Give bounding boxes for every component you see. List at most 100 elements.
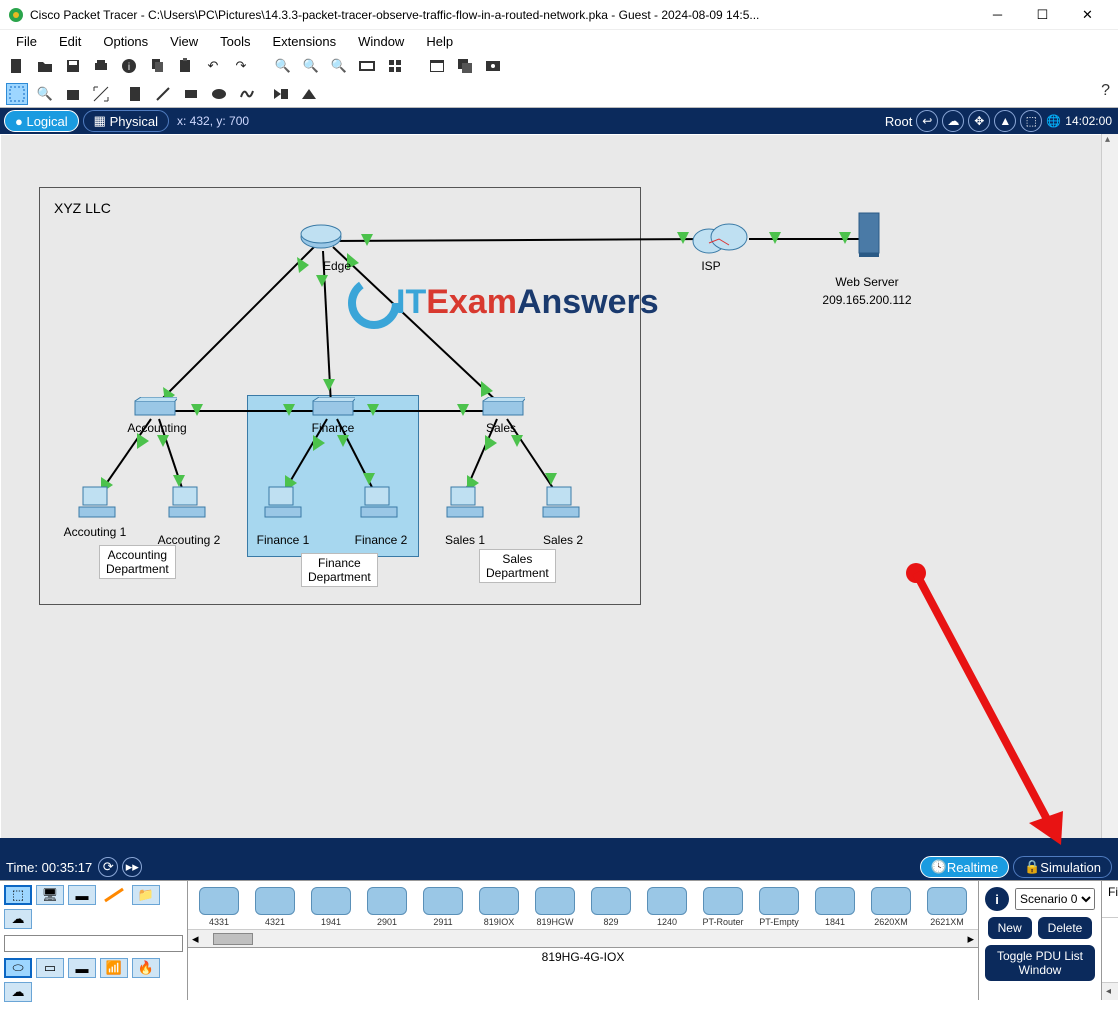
root-label[interactable]: Root (885, 114, 912, 129)
misc-icon[interactable]: 📁 (132, 885, 160, 905)
pc-fin2-icon[interactable] (359, 485, 399, 521)
undo-icon[interactable]: ↶ (202, 55, 224, 77)
menu-file[interactable]: File (6, 32, 47, 51)
paste-icon[interactable] (174, 55, 196, 77)
copy-icon[interactable] (146, 55, 168, 77)
cluster-icon[interactable]: ☁ (942, 110, 964, 132)
hubs-category-icon[interactable]: ▬ (68, 958, 96, 978)
menu-view[interactable]: View (160, 32, 208, 51)
connections-icon[interactable] (100, 885, 128, 905)
workspace[interactable]: XYZ LLC (0, 134, 1118, 854)
menu-extensions[interactable]: Extensions (262, 32, 346, 51)
switch-sales-icon[interactable] (481, 397, 525, 419)
device-item[interactable]: 829 (584, 887, 638, 927)
network-devices-icon[interactable]: ⬚ (4, 885, 32, 905)
pdu-hscroll[interactable]: ◂▸ (1102, 982, 1118, 1000)
device-item[interactable]: PT-Router (696, 887, 750, 927)
cascade-icon[interactable] (454, 55, 476, 77)
back-nav-icon[interactable]: ↩ (916, 110, 938, 132)
simple-pdu-icon[interactable] (270, 83, 292, 105)
select-tool-icon[interactable] (6, 83, 28, 105)
print-icon[interactable] (90, 55, 112, 77)
pc-acc2-icon[interactable] (167, 485, 207, 521)
toggle-pdu-button[interactable]: Toggle PDU List Window (985, 945, 1095, 981)
scenario-new-button[interactable]: New (988, 917, 1032, 939)
device-item[interactable]: 819HGW (528, 887, 582, 927)
pc-acc1-icon[interactable] (77, 485, 117, 521)
pdu-col-fire[interactable]: Fire (1108, 885, 1118, 913)
close-button[interactable]: ✕ (1065, 0, 1110, 30)
simulation-tab[interactable]: 🔒 Simulation (1013, 856, 1112, 878)
physical-tab[interactable]: ▦ Physical (83, 110, 169, 132)
fast-forward-icon[interactable]: ▸▸ (122, 857, 142, 877)
router-edge-icon[interactable] (299, 223, 343, 253)
device-item[interactable]: 2911 (416, 887, 470, 927)
menu-help[interactable]: Help (416, 32, 463, 51)
resize-tool-icon[interactable] (90, 83, 112, 105)
menu-window[interactable]: Window (348, 32, 414, 51)
inspect-tool-icon[interactable]: 🔍 (34, 83, 56, 105)
cloud-isp-icon[interactable] (689, 221, 749, 257)
pc-fin1-icon[interactable] (263, 485, 303, 521)
device-search-input[interactable] (4, 935, 183, 952)
multiuser-icon[interactable]: ☁ (4, 909, 32, 929)
scenario-delete-button[interactable]: Delete (1038, 917, 1093, 939)
zoom-in-icon[interactable]: 🔍 (272, 55, 294, 77)
scenario-info-icon[interactable]: i (985, 887, 1009, 911)
set-background-icon[interactable]: ▲ (994, 110, 1016, 132)
save-icon[interactable] (62, 55, 84, 77)
routers-category-icon[interactable]: ⬭ (4, 958, 32, 978)
zoom-reset-icon[interactable]: 🔍 (300, 55, 322, 77)
activity-wizard-icon[interactable]: i (118, 55, 140, 77)
viewport-icon2[interactable]: ⬚ (1020, 110, 1042, 132)
wireless-category-icon[interactable]: 📶 (100, 958, 128, 978)
switch-finance-icon[interactable] (311, 397, 355, 419)
switches-category-icon[interactable]: ▭ (36, 958, 64, 978)
device-item[interactable]: 819IOX (472, 887, 526, 927)
device-item[interactable]: 1841 (808, 887, 862, 927)
realtime-tab[interactable]: 🕓 Realtime (920, 856, 1009, 878)
menu-options[interactable]: Options (93, 32, 158, 51)
zoom-out-icon[interactable]: 🔍 (328, 55, 350, 77)
device-hscroll[interactable]: ◂▸ (188, 929, 978, 947)
place-note-icon[interactable] (124, 83, 146, 105)
redo-icon[interactable]: ↷ (230, 55, 252, 77)
server-web-icon[interactable] (855, 211, 883, 259)
end-devices-icon[interactable]: 🖥 (36, 885, 64, 905)
vertical-scrollbar[interactable] (1101, 134, 1118, 838)
draw-freeform-icon[interactable] (236, 83, 258, 105)
scenario-select[interactable]: Scenario 0 (1015, 888, 1095, 910)
custom-device-icon[interactable] (384, 55, 406, 77)
delete-tool-icon[interactable] (62, 83, 84, 105)
draw-rect-icon[interactable] (180, 83, 202, 105)
complex-pdu-icon[interactable] (298, 83, 320, 105)
device-item[interactable]: 1941 (304, 887, 358, 927)
menu-edit[interactable]: Edit (49, 32, 91, 51)
device-item[interactable]: 4331 (192, 887, 246, 927)
switch-accounting-icon[interactable] (133, 397, 177, 419)
device-item[interactable]: 2621XM (920, 887, 974, 927)
components-icon[interactable]: ▬ (68, 885, 96, 905)
power-cycle-icon[interactable]: ⟳ (98, 857, 118, 877)
help-icon[interactable]: ? (1101, 82, 1110, 100)
minimize-button[interactable]: ─ (975, 0, 1020, 30)
logical-tab[interactable]: ● Logical (4, 110, 79, 132)
open-file-icon[interactable] (34, 55, 56, 77)
new-file-icon[interactable] (6, 55, 28, 77)
move-object-icon[interactable]: ✥ (968, 110, 990, 132)
pc-sal2-icon[interactable] (541, 485, 581, 521)
device-item[interactable]: PT-Empty (752, 887, 806, 927)
menu-tools[interactable]: Tools (210, 32, 260, 51)
tile-icon[interactable] (426, 55, 448, 77)
draw-ellipse-icon[interactable] (208, 83, 230, 105)
device-item[interactable]: 2620XM (864, 887, 918, 927)
security-category-icon[interactable]: 🔥 (132, 958, 160, 978)
draw-line-icon[interactable] (152, 83, 174, 105)
drawing-palette-icon[interactable] (356, 55, 378, 77)
pc-sal1-icon[interactable] (445, 485, 485, 521)
device-item[interactable]: 1240 (640, 887, 694, 927)
viewport-icon[interactable] (482, 55, 504, 77)
device-item[interactable]: 2901 (360, 887, 414, 927)
wan-category-icon[interactable]: ☁ (4, 982, 32, 1002)
device-item[interactable]: 4321 (248, 887, 302, 927)
